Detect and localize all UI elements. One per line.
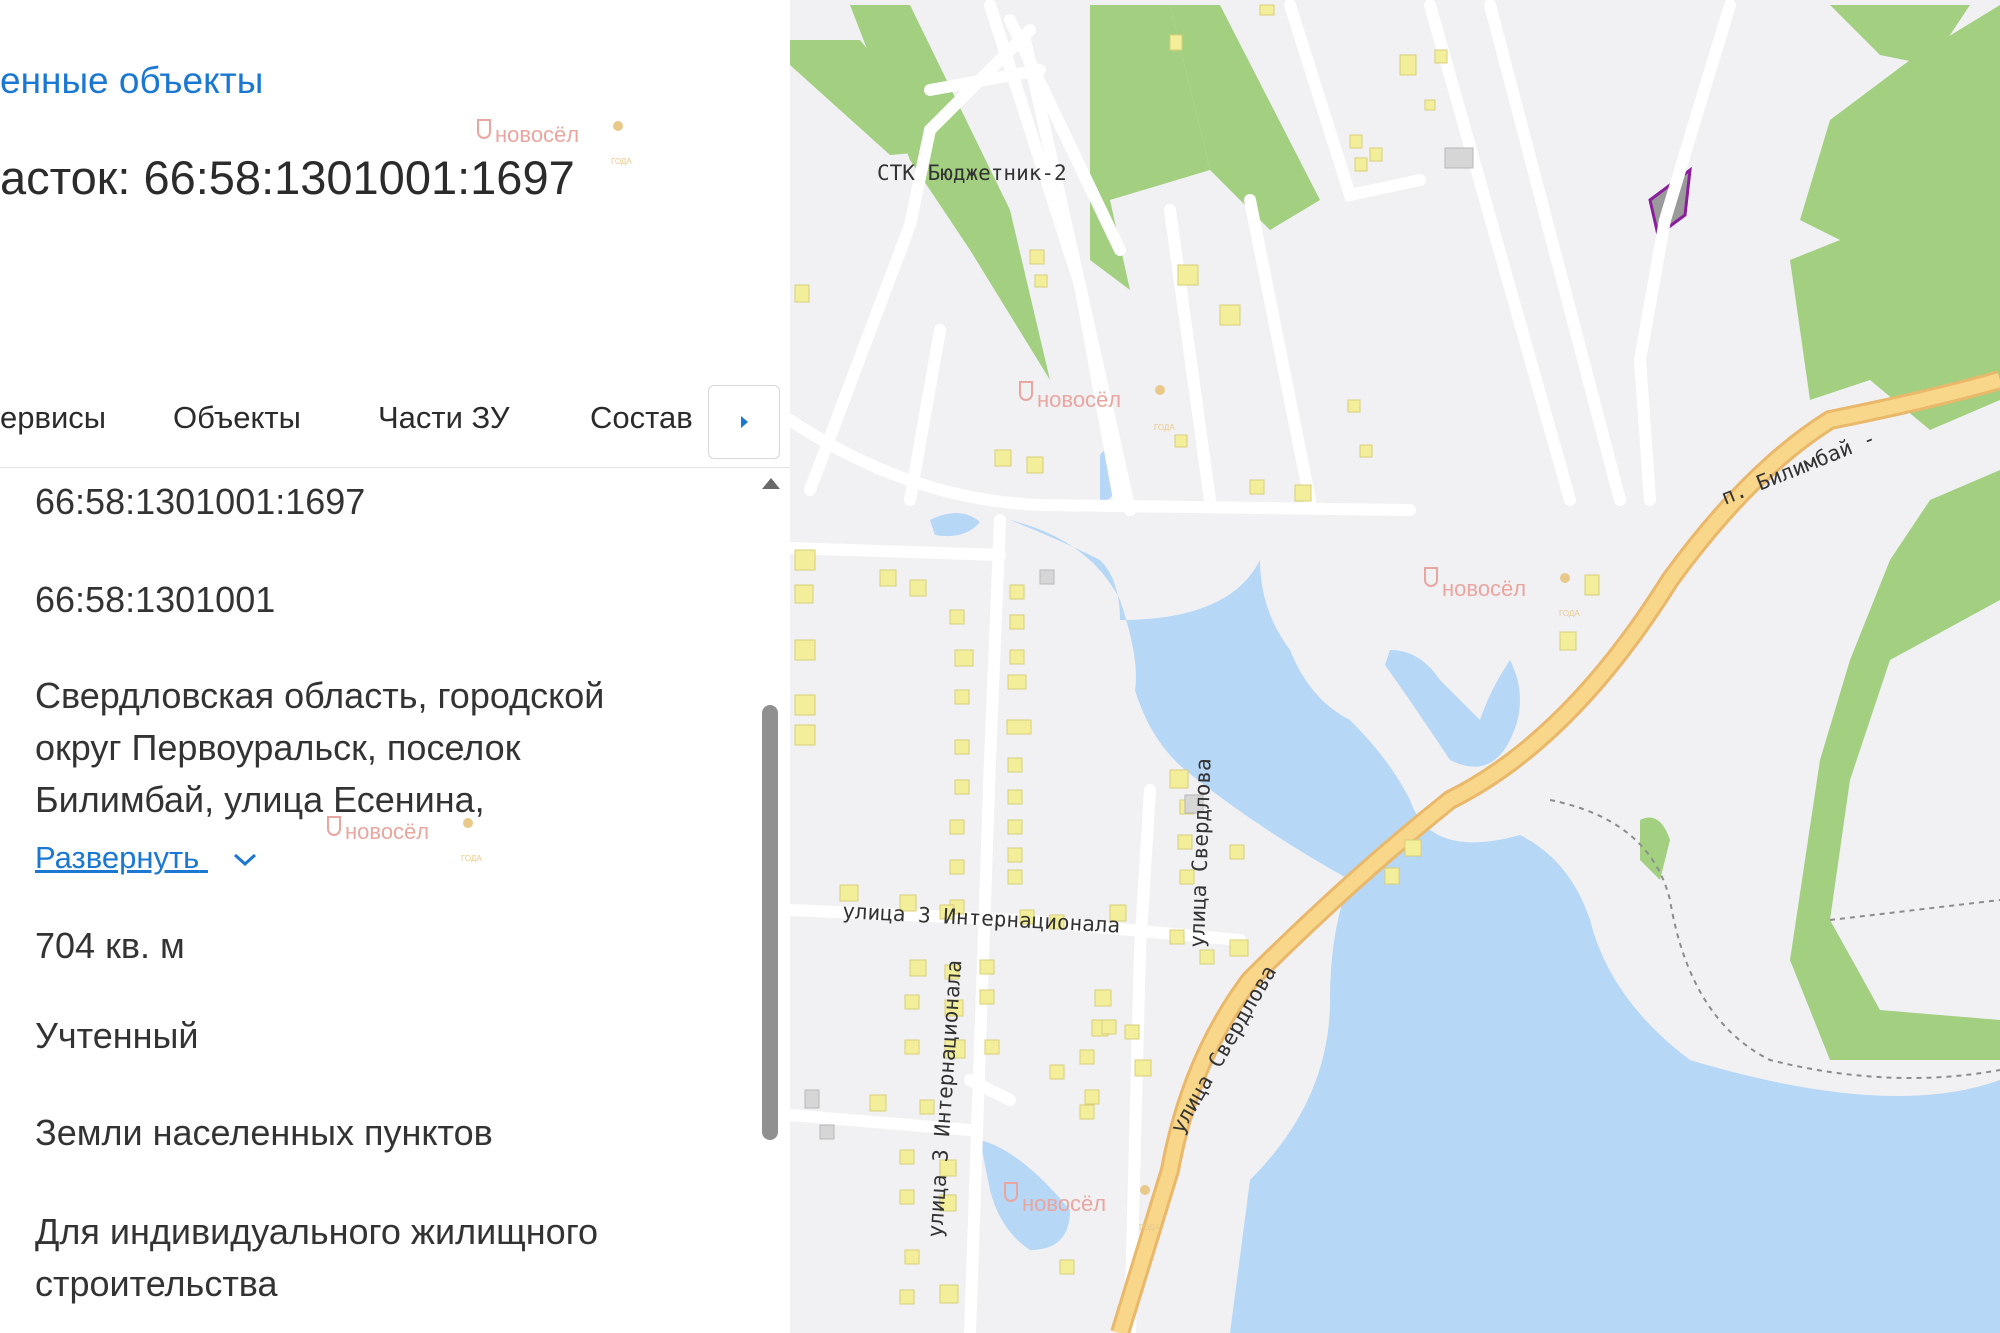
cadastral-number-value: 66:58:1301001:1697 xyxy=(35,481,366,522)
caret-up-icon[interactable] xyxy=(762,478,780,489)
area-value: 704 кв. м xyxy=(35,925,185,966)
svg-text:ГОДА: ГОДА xyxy=(611,157,632,166)
map-view[interactable]: СТК Бюджетник-2 п. Билимбай - улица 3 Ин… xyxy=(790,0,2000,1333)
svg-text:ГОДА: ГОДА xyxy=(1154,423,1175,432)
category-value: Земли населенных пунктов xyxy=(35,1112,493,1153)
scrollbar-thumb[interactable] xyxy=(762,705,778,1140)
svg-text:новосёл: новосёл xyxy=(1442,576,1526,601)
scrollbar[interactable] xyxy=(758,470,784,1333)
map-label-stk: СТК Бюджетник-2 xyxy=(877,161,1067,185)
tab-objects[interactable]: Объекты xyxy=(173,400,301,436)
expand-label: Развернуть xyxy=(35,840,200,875)
tabs-next-button[interactable] xyxy=(708,385,780,459)
expand-link[interactable]: Развернуть xyxy=(35,840,258,876)
page-title: асток: 66:58:1301001:1697 xyxy=(0,151,575,204)
status-value: Учтенный xyxy=(35,1015,199,1056)
properties-list: 66:58:1301001:1697 66:58:1301001 Свердло… xyxy=(0,470,750,1333)
svg-text:новосёл: новосёл xyxy=(1037,387,1121,412)
info-panel: енные объекты асток: 66:58:1301001:1697 … xyxy=(0,0,790,1333)
permitted-use-value: Для индивидуального жилищного строительс… xyxy=(35,1211,599,1304)
breadcrumb-link[interactable]: енные объекты xyxy=(0,60,263,102)
svg-text:новосёл: новосёл xyxy=(1022,1191,1106,1216)
tab-parts[interactable]: Части ЗУ xyxy=(378,400,510,436)
tab-services[interactable]: ервисы xyxy=(0,400,106,436)
chevron-right-icon xyxy=(741,416,748,428)
svg-text:ГОДА: ГОДА xyxy=(1559,609,1580,618)
tab-composition[interactable]: Состав xyxy=(590,400,693,436)
svg-text:новосёл: новосёл xyxy=(495,122,579,147)
tab-bar: ервисы Объекты Части ЗУ Состав xyxy=(0,385,790,468)
map-canvas: СТК Бюджетник-2 п. Билимбай - улица 3 Ин… xyxy=(790,0,2000,1333)
cadastral-quarter-value: 66:58:1301001 xyxy=(35,579,276,620)
svg-text:ГОДА: ГОДА xyxy=(1139,1223,1160,1232)
svg-text:ГОДА: ГОДА xyxy=(461,854,482,863)
chevron-down-icon xyxy=(233,853,256,866)
address-value: Свердловская область, городской округ Пе… xyxy=(35,675,605,820)
